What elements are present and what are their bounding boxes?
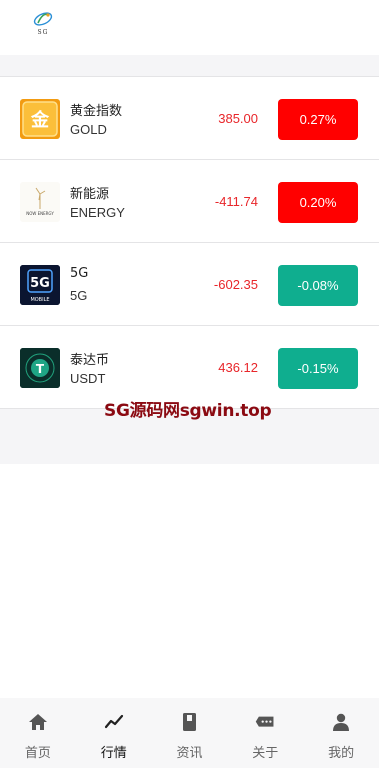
logo-text: SG <box>37 29 49 36</box>
change-badge[interactable]: -0.08% <box>278 265 358 306</box>
item-code: 5G <box>70 288 88 303</box>
tab-mine[interactable]: 我的 <box>303 698 379 768</box>
gold-glyph: 金 <box>30 109 50 131</box>
tether-icon: T <box>20 348 60 388</box>
tab-label: 资讯 <box>176 746 203 761</box>
item-name: 泰达币 <box>70 353 110 368</box>
tab-market[interactable]: 行情 <box>76 698 152 768</box>
market-list: 金 黄金指数 GOLD 385.00 0.27% NOW ENERGY 新能源 <box>0 76 379 409</box>
5g-mobile-icon: 5G MOBILE <box>20 265 60 305</box>
tether-glyph: T <box>36 362 45 376</box>
app-header: SG <box>0 0 379 55</box>
item-price: 436.12 <box>218 360 258 375</box>
tab-news[interactable]: 资讯 <box>152 698 228 768</box>
item-price: -602.35 <box>213 277 258 292</box>
change-badge[interactable]: 0.27% <box>278 99 358 140</box>
tab-label: 我的 <box>328 746 355 761</box>
tab-about[interactable]: 关于 <box>227 698 303 768</box>
item-name: 5G <box>70 266 89 281</box>
book-icon <box>179 712 199 732</box>
change-badge[interactable]: -0.15% <box>278 348 358 389</box>
change-badge[interactable]: 0.20% <box>278 182 358 223</box>
gold-coin-icon: 金 <box>20 99 60 139</box>
sg-logo: SG <box>30 10 56 40</box>
item-code: USDT <box>70 371 106 386</box>
fiveg-caption: MOBILE <box>30 297 49 303</box>
market-row-gold[interactable]: 金 黄金指数 GOLD 385.00 0.27% <box>0 77 379 160</box>
item-code: ENERGY <box>70 205 125 220</box>
tab-label: 行情 <box>100 746 127 761</box>
watermark-text: SG源码网sgwin.top <box>104 401 272 421</box>
tab-label: 关于 <box>252 746 279 761</box>
bottom-tabbar: 首页 行情 资讯 关于 我的 <box>0 698 379 768</box>
trend-icon <box>104 712 124 732</box>
item-price: -411.74 <box>214 194 258 209</box>
tab-label: 首页 <box>24 746 51 761</box>
fiveg-glyph: 5G <box>30 276 50 291</box>
energy-caption: NOW ENERGY <box>26 211 54 216</box>
home-icon <box>28 712 48 732</box>
tab-home[interactable]: 首页 <box>0 698 76 768</box>
item-name: 黄金指数 <box>70 104 123 119</box>
new-energy-icon: NOW ENERGY <box>20 182 60 222</box>
item-price: 385.00 <box>218 111 258 126</box>
user-icon <box>331 712 351 732</box>
message-icon <box>255 712 275 732</box>
item-name: 新能源 <box>70 187 110 202</box>
market-row-energy[interactable]: NOW ENERGY 新能源 ENERGY -411.74 0.20% <box>0 160 379 243</box>
market-row-5g[interactable]: 5G MOBILE 5G 5G -602.35 -0.08% <box>0 243 379 326</box>
item-code: GOLD <box>70 122 107 137</box>
market-content: 金 黄金指数 GOLD 385.00 0.27% NOW ENERGY 新能源 <box>0 55 379 464</box>
